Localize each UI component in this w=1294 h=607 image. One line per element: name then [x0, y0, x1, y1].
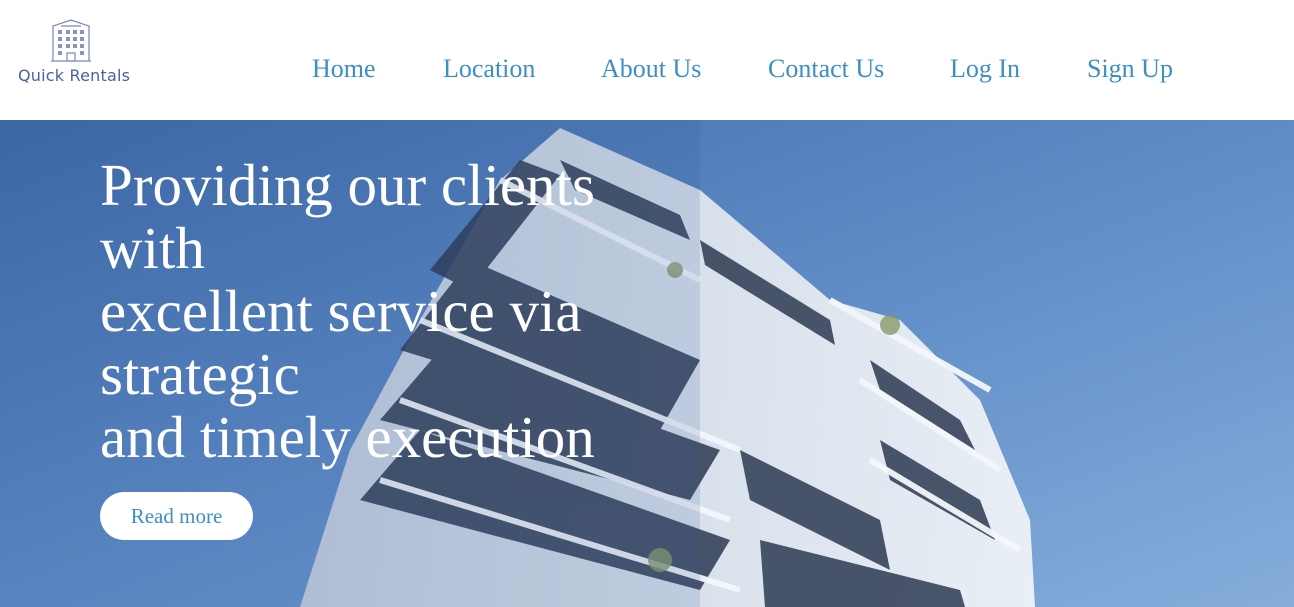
read-more-button[interactable]: Read more [100, 492, 253, 540]
headline-line: Providing our clients [100, 152, 595, 218]
headline-line: excellent service via [100, 278, 582, 344]
headline-line: and timely execution [100, 404, 595, 470]
headline-line: strategic [100, 341, 300, 407]
nav-contact-link[interactable]: Contact Us [768, 52, 884, 86]
nav-location-link[interactable]: Location [443, 52, 535, 86]
nav-login-link[interactable]: Log In [950, 52, 1020, 86]
site-header: Quick Rentals Home Location About Us Con… [0, 0, 1294, 120]
nav-home-link[interactable]: Home [312, 52, 376, 86]
hero-headline: Providing our clients with excellent ser… [100, 154, 600, 469]
nav-about-link[interactable]: About Us [601, 52, 701, 86]
hero-section: Providing our clients with excellent ser… [0, 120, 1294, 607]
main-nav: Home Location About Us Contact Us Log In… [0, 52, 1294, 86]
nav-signup-link[interactable]: Sign Up [1087, 52, 1173, 86]
headline-line: with [100, 215, 205, 281]
